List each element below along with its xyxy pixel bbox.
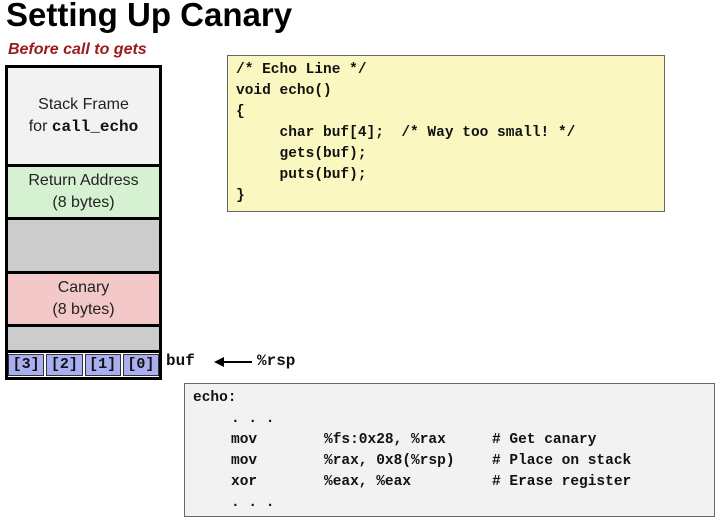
return-address-cell: Return Address (8 bytes): [8, 167, 159, 220]
code-line: {: [236, 104, 245, 120]
code-line: }: [236, 188, 245, 204]
page-title: Setting Up Canary: [6, 0, 293, 33]
asm-ellipsis-text: . . .: [231, 495, 275, 511]
asm-op: xor: [231, 474, 258, 490]
rsp-arrow-icon: [214, 357, 252, 367]
asm-row: mov %rax, 0x8(%rsp) # Place on stack: [193, 451, 706, 472]
canary-size: (8 bytes): [52, 301, 115, 318]
canary-cell: Canary (8 bytes): [8, 274, 159, 327]
buf-cell-1: [1]: [84, 354, 121, 376]
asm-op: mov: [231, 453, 258, 469]
stack-gap-upper: [8, 220, 159, 274]
return-address-label: Return Address: [28, 172, 139, 189]
canary-label: Canary: [57, 279, 110, 296]
asm-ellipsis-top: . . .: [193, 409, 706, 430]
stack-frame-func: call_echo: [51, 118, 139, 136]
asm-args: %rax, 0x8(%rsp): [324, 453, 455, 469]
stack-gap-lower: [8, 327, 159, 353]
asm-comment: # Get canary: [492, 432, 597, 448]
buf-cell-0: [0]: [122, 354, 159, 376]
buf-label: buf: [166, 352, 195, 370]
stack-frame-owner: for call_echo: [8, 116, 159, 138]
code-line: void echo(): [236, 83, 332, 99]
asm-ellipsis-text: . . .: [231, 411, 275, 427]
buf-cell-2: [2]: [46, 354, 83, 376]
code-line: /* Echo Line */: [236, 62, 367, 78]
asm-args: %eax, %eax: [324, 474, 412, 490]
stack-frame-cell: Stack Frame for call_echo: [8, 68, 159, 167]
asm-args: %fs:0x28, %rax: [324, 432, 446, 448]
asm-comment: # Erase register: [492, 474, 632, 490]
stack-diagram: Stack Frame for call_echo Return Address…: [5, 65, 162, 380]
assembly-box: echo: . . . mov %fs:0x28, %rax # Get canar…: [184, 383, 715, 517]
page-subtitle: Before call to gets: [8, 41, 147, 58]
buf-row: [3] [2] [1] [0]: [8, 353, 159, 380]
asm-row: xor %eax, %eax # Erase register: [193, 472, 706, 493]
code-line: puts(buf);: [236, 167, 367, 183]
buf-cell-3: [3]: [8, 354, 45, 376]
asm-comment: # Place on stack: [492, 453, 632, 469]
rsp-label: %rsp: [257, 352, 296, 370]
stack-frame-label: Stack Frame: [38, 96, 129, 113]
return-address-size: (8 bytes): [52, 194, 115, 211]
asm-row: mov %fs:0x28, %rax # Get canary: [193, 430, 706, 451]
asm-ellipsis-bottom: . . .: [193, 493, 706, 514]
code-line: char buf[4]; /* Way too small! */: [236, 125, 576, 141]
code-line: gets(buf);: [236, 146, 367, 162]
stack-frame-prefix: for: [28, 118, 52, 135]
asm-op: mov: [231, 432, 258, 448]
asm-label: echo:: [193, 390, 237, 406]
c-code-box: /* Echo Line */ void echo() { char buf[4];…: [227, 55, 665, 212]
